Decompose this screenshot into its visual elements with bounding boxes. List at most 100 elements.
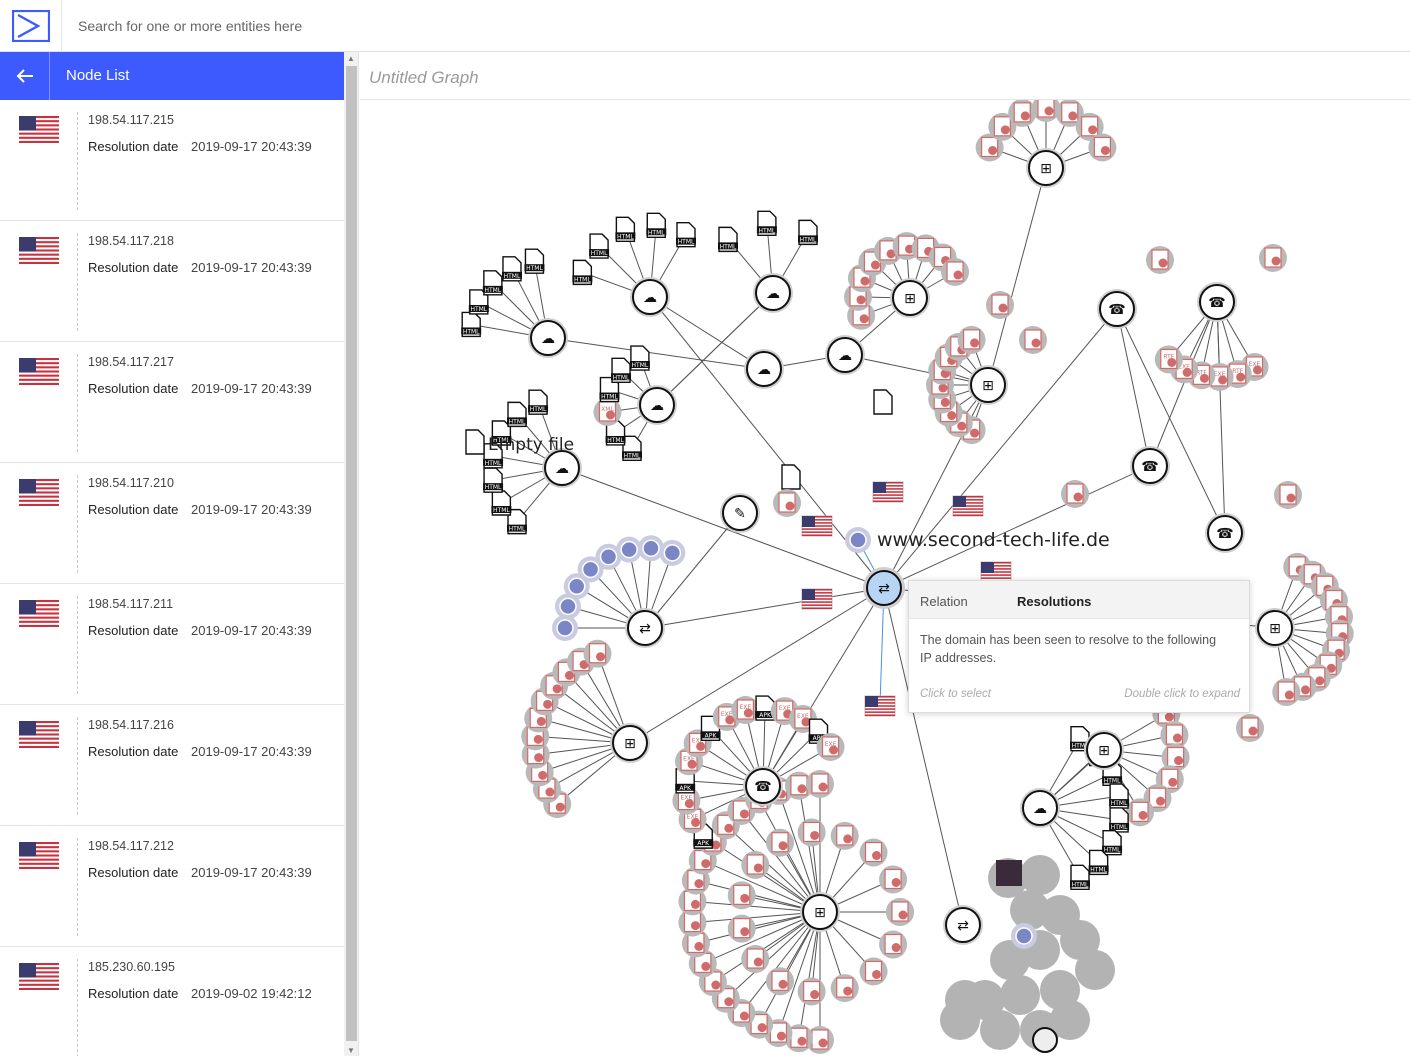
collapsed-node[interactable] <box>1075 950 1115 990</box>
us-flag-node-icon[interactable] <box>952 495 984 517</box>
cloud-node-icon[interactable]: ☁ <box>753 273 793 313</box>
document-node-icon[interactable]: HTML <box>572 259 593 286</box>
back-button[interactable] <box>0 52 50 100</box>
file-node-icon[interactable] <box>830 974 859 1003</box>
document-node-icon[interactable] <box>465 429 485 455</box>
sync-node-icon[interactable]: ⇄ <box>943 905 983 945</box>
graph-edge[interactable] <box>649 296 765 370</box>
cloud-node-icon[interactable]: ☁ <box>744 349 784 389</box>
node-list-item[interactable]: 198.54.117.218 Resolution date 2019-09-1… <box>0 221 344 342</box>
sphere-node-icon[interactable] <box>1032 1027 1058 1053</box>
us-flag-node-icon[interactable] <box>864 695 896 717</box>
graph-edge[interactable] <box>656 292 774 406</box>
node-list-item[interactable]: 198.54.117.217 Resolution date 2019-09-1… <box>0 342 344 463</box>
file-node-icon[interactable] <box>1061 480 1089 508</box>
file-node-icon[interactable] <box>859 957 888 986</box>
file-node-icon[interactable] <box>766 828 794 857</box>
collapsed-node[interactable] <box>1000 975 1040 1015</box>
graph-svg[interactable]: APKEXEEXEAPKEXEEXEAPKEXEEXEAPKEXEEXEAPKE… <box>360 100 1410 1056</box>
cloud-node-icon[interactable]: ☁ <box>825 335 865 375</box>
document-node-icon[interactable]: HTML <box>718 226 739 253</box>
file-node-icon[interactable] <box>583 639 612 668</box>
file-node-icon[interactable] <box>797 818 826 847</box>
document-node-icon[interactable]: HTML <box>676 221 696 248</box>
file-node-icon[interactable] <box>1259 244 1287 272</box>
cloud-node-icon[interactable]: ☁ <box>1020 788 1060 828</box>
file-node-icon[interactable]: RTF <box>1154 345 1183 374</box>
document-node-icon[interactable]: HTML <box>507 401 528 428</box>
node-list-item[interactable]: 185.230.60.195 Resolution date 2019-09-0… <box>0 947 344 1056</box>
doc-node-icon[interactable]: ✎ <box>720 493 760 533</box>
document-node-icon[interactable] <box>873 389 893 415</box>
scroll-up-icon[interactable]: ▲ <box>347 54 355 63</box>
document-node-icon[interactable]: HTML <box>589 233 610 259</box>
document-node-icon[interactable]: HTML <box>798 219 818 246</box>
web-node-icon[interactable]: ⊞ <box>1026 148 1066 188</box>
node-list-item[interactable]: 198.54.117.210 Resolution date 2019-09-1… <box>0 463 344 584</box>
file-node-icon[interactable] <box>957 325 986 354</box>
sidebar-scrollbar[interactable]: ▲ ▼ <box>344 52 359 1056</box>
graph-edge[interactable] <box>644 512 741 629</box>
document-node-icon[interactable]: HTML <box>611 357 632 383</box>
document-node-icon[interactable]: HTML <box>615 216 636 243</box>
cloud-node-icon[interactable]: ☁ <box>630 277 670 317</box>
document-node-icon[interactable]: HTML <box>524 248 545 274</box>
file-node-icon[interactable] <box>1008 100 1037 127</box>
phone-node-icon[interactable]: ☎ <box>1205 513 1245 553</box>
cloud-node-icon[interactable]: ☁ <box>637 385 677 425</box>
node-list-item[interactable]: 198.54.117.216 Resolution date 2019-09-1… <box>0 705 344 826</box>
cloud-node-icon[interactable]: ☁ <box>528 318 568 358</box>
us-flag-node-icon[interactable] <box>980 561 1012 583</box>
document-node-icon[interactable]: HTML <box>482 270 503 296</box>
graph-edge[interactable] <box>644 587 885 629</box>
brand-logo-icon[interactable] <box>996 860 1022 886</box>
file-node-icon[interactable] <box>1146 246 1174 274</box>
file-node-icon[interactable]: EXE <box>816 733 845 761</box>
collapsed-node[interactable] <box>980 1010 1020 1050</box>
app-logo-icon[interactable] <box>0 0 62 52</box>
file-node-icon[interactable] <box>886 898 914 926</box>
file-node-icon[interactable] <box>830 821 859 850</box>
document-node-icon[interactable] <box>781 464 801 490</box>
file-node-icon[interactable] <box>1088 133 1117 162</box>
phone-node-icon[interactable]: ☎ <box>743 766 783 806</box>
file-node-icon[interactable] <box>773 489 801 517</box>
globe-node-icon[interactable] <box>637 535 664 562</box>
sync-node-icon[interactable]: ⇄ <box>625 608 665 648</box>
web-node-icon[interactable]: ⊞ <box>800 892 840 932</box>
graph-edge[interactable] <box>1216 301 1226 534</box>
document-node-icon[interactable]: HTML <box>483 467 504 493</box>
scroll-thumb[interactable] <box>346 66 357 1041</box>
document-node-icon[interactable]: HTML <box>528 389 549 415</box>
globe-node-icon[interactable] <box>845 527 871 553</box>
collapsed-node[interactable] <box>1020 855 1060 895</box>
file-node-icon[interactable] <box>859 838 888 867</box>
graph-edge[interactable] <box>883 465 1151 589</box>
file-node-icon[interactable] <box>1272 678 1301 707</box>
graph-title[interactable]: Untitled Graph <box>369 68 479 88</box>
us-flag-node-icon[interactable] <box>801 515 833 537</box>
document-node-icon[interactable]: HTML <box>1070 864 1090 890</box>
file-node-icon[interactable] <box>1032 100 1060 122</box>
web-node-icon[interactable]: ⊞ <box>610 723 650 763</box>
node-list-item[interactable]: 198.54.117.215 Resolution date 2019-09-1… <box>0 100 344 221</box>
us-flag-node-icon[interactable] <box>872 481 904 503</box>
web-node-icon[interactable]: ⊞ <box>890 278 930 318</box>
file-node-icon[interactable] <box>879 930 908 959</box>
document-node-icon[interactable]: HTML <box>1102 830 1123 856</box>
web-node-icon[interactable]: ⊞ <box>1084 730 1124 770</box>
node-list-item[interactable]: 198.54.117.211 Resolution date 2019-09-1… <box>0 584 344 705</box>
file-node-icon[interactable] <box>941 258 970 286</box>
web-node-icon[interactable]: ⊞ <box>968 365 1008 405</box>
file-node-icon[interactable] <box>986 291 1014 319</box>
file-node-icon[interactable] <box>741 850 770 879</box>
phone-node-icon[interactable]: ☎ <box>1097 289 1137 329</box>
globe-node-icon[interactable] <box>659 539 686 566</box>
file-node-icon[interactable] <box>727 881 756 910</box>
graph-edge[interactable] <box>547 337 765 370</box>
graph-edge[interactable] <box>1116 308 1151 467</box>
file-node-icon[interactable] <box>727 914 756 943</box>
search-input[interactable] <box>78 14 778 38</box>
document-node-icon[interactable]: HTML <box>646 212 667 238</box>
domain-node-icon[interactable]: ⇄ <box>863 567 905 609</box>
